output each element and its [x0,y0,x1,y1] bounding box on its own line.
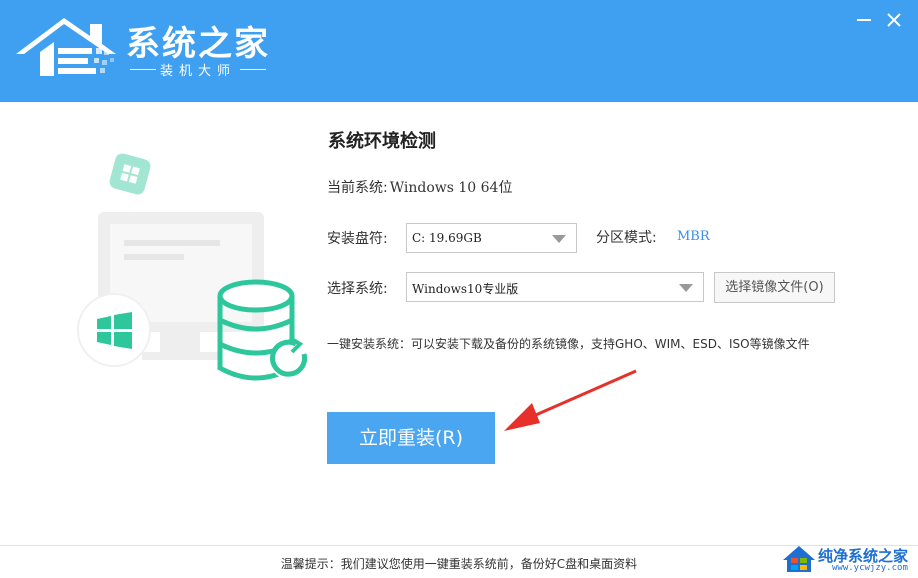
chevron-down-icon [552,235,566,243]
watermark-url: www.ycwjzy.com [832,563,908,573]
drive-select-value: C: 19.69GB [412,231,482,245]
system-illustration [77,153,310,381]
current-system-row: 当前系统: Windows 10 64位 [327,177,512,197]
watermark-windows-icon [783,546,815,572]
small-windows-diamond-icon [109,153,151,195]
section-title: 系统环境检测 [328,131,436,152]
drive-label: 安装盘符: [327,231,388,247]
system-select-value: Windows10专业版 [412,282,519,296]
partition-label: 分区模式: [596,230,657,246]
reinstall-now-button[interactable]: 立即重装(R) [327,412,495,464]
minimize-icon[interactable] [852,8,876,32]
drive-select[interactable]: C: 19.69GB [406,223,577,253]
title-bar: 系统之家 装机大师 [0,0,918,102]
chevron-down-icon [679,284,693,292]
annotation-arrow-icon [504,369,637,431]
system-select[interactable]: Windows10专业版 [406,272,704,302]
install-note: 一键安装系统：可以安装下载及备份的系统镜像，支持GHO、WIM、ESD、ISO等… [327,337,810,351]
partition-value: MBR [677,229,710,244]
brand-subtitle: 装机大师 [130,60,266,79]
browse-image-button[interactable]: 选择镜像文件(O) [714,272,835,303]
close-icon[interactable] [882,8,906,32]
brand-title: 系统之家 [126,24,270,64]
current-system-label: 当前系统: [327,180,388,196]
system-label: 选择系统: [327,281,388,297]
house-logo-icon [16,18,116,76]
current-system-value: Windows 10 64位 [389,180,513,196]
